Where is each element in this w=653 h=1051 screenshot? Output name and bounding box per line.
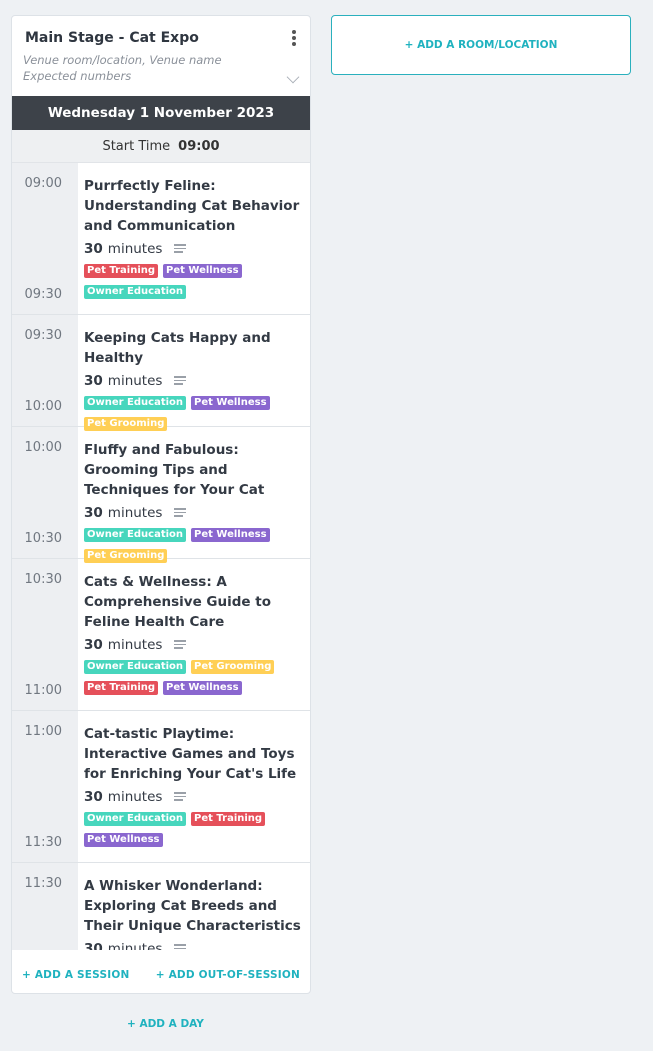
session-content: Cats & Wellness: A Comprehensive Guide t…	[78, 559, 310, 710]
notes-icon[interactable]	[174, 944, 187, 950]
notes-icon[interactable]	[174, 376, 187, 386]
session-title[interactable]: A Whisker Wonderland: Exploring Cat Bree…	[84, 876, 304, 936]
session-title[interactable]: Purrfectly Feline: Understanding Cat Beh…	[84, 176, 304, 236]
session-duration: 30 minutes	[84, 939, 304, 950]
room-location-field[interactable]: Venue room/location, Venue name	[23, 53, 222, 67]
add-out-of-session-button[interactable]: + ADD OUT-OF-SESSION	[156, 969, 300, 981]
session-row[interactable]: 10:30 11:00 Cats & Wellness: A Comprehensi…	[12, 559, 310, 711]
duration-value[interactable]: 30	[84, 505, 103, 521]
start-time-row: Start Time 09:00	[12, 130, 310, 163]
session-end-time: 11:00	[24, 683, 62, 698]
session-content: Keeping Cats Happy and Healthy 30 minutes O…	[78, 315, 310, 431]
session-start-time: 10:30	[24, 572, 62, 587]
session-row[interactable]: 11:30 A Whisker Wonderland: Exploring Cat…	[12, 863, 310, 950]
session-duration: 30 minutes	[84, 371, 304, 391]
start-time-label: Start Time	[102, 138, 171, 154]
room-footer: + ADD A SESSION + ADD OUT-OF-SESSION	[12, 956, 310, 993]
tag-badge[interactable]: Pet Training	[84, 681, 159, 695]
tag-badge[interactable]: Pet Wellness	[191, 396, 270, 410]
notes-icon[interactable]	[174, 244, 187, 254]
session-duration: 30 minutes	[84, 503, 304, 523]
session-title[interactable]: Cat-tastic Playtime: Interactive Games a…	[84, 724, 304, 784]
more-options-icon[interactable]	[292, 30, 298, 48]
session-end-time: 10:00	[24, 399, 62, 414]
session-start-time: 11:30	[24, 876, 62, 891]
duration-value[interactable]: 30	[84, 941, 103, 950]
session-end-time: 10:30	[24, 531, 62, 546]
tag-badge[interactable]: Pet Grooming	[191, 660, 275, 674]
duration-unit: minutes	[107, 941, 163, 950]
notes-icon[interactable]	[174, 508, 187, 518]
session-start-time: 10:00	[24, 440, 62, 455]
session-list: 09:00 09:30 Purrfectly Feline: Understandi…	[12, 163, 310, 950]
duration-value[interactable]: 30	[84, 373, 103, 389]
tag-badge[interactable]: Owner Education	[84, 660, 187, 674]
room-card: Main Stage - Cat Expo Venue room/locatio…	[11, 15, 311, 994]
duration-unit: minutes	[107, 637, 163, 653]
tag-badge[interactable]: Pet Wellness	[84, 833, 163, 847]
session-end-time: 09:30	[24, 287, 62, 302]
notes-icon[interactable]	[174, 640, 187, 650]
session-time-column: 11:00 11:30	[12, 711, 78, 862]
session-duration: 30 minutes	[84, 239, 304, 259]
duration-unit: minutes	[107, 373, 163, 389]
session-content: Purrfectly Feline: Understanding Cat Beh…	[78, 163, 310, 314]
session-time-column: 10:00 10:30	[12, 427, 78, 558]
duration-value[interactable]: 30	[84, 637, 103, 653]
expected-numbers-field[interactable]: Expected numbers	[23, 69, 131, 83]
session-time-column: 11:30	[12, 863, 78, 950]
duration-unit: minutes	[107, 505, 163, 521]
session-start-time: 09:00	[24, 176, 62, 191]
session-row[interactable]: 09:00 09:30 Purrfectly Feline: Understandi…	[12, 163, 310, 315]
session-title[interactable]: Fluffy and Fabulous: Grooming Tips and T…	[84, 440, 304, 500]
duration-unit: minutes	[107, 241, 163, 257]
session-tags: Owner Education Pet Grooming Pet Training P…	[84, 660, 304, 702]
room-header: Main Stage - Cat Expo Venue room/locatio…	[12, 16, 310, 96]
session-title[interactable]: Keeping Cats Happy and Healthy	[84, 328, 304, 368]
session-tags: Owner Education Pet Training Pet Wellness	[84, 812, 304, 854]
day-header: Wednesday 1 November 2023	[12, 96, 310, 130]
tag-badge[interactable]: Owner Education	[84, 528, 187, 542]
session-time-column: 10:30 11:00	[12, 559, 78, 710]
duration-value[interactable]: 30	[84, 789, 103, 805]
chevron-down-icon[interactable]	[286, 70, 300, 84]
notes-icon[interactable]	[174, 792, 187, 802]
duration-value[interactable]: 30	[84, 241, 103, 257]
tag-badge[interactable]: Pet Wellness	[163, 681, 242, 695]
tag-badge[interactable]: Pet Wellness	[191, 528, 270, 542]
session-duration: 30 minutes	[84, 787, 304, 807]
tag-badge[interactable]: Owner Education	[84, 812, 187, 826]
session-content: A Whisker Wonderland: Exploring Cat Bree…	[78, 863, 310, 950]
session-start-time: 09:30	[24, 328, 62, 343]
duration-unit: minutes	[107, 789, 163, 805]
session-start-time: 11:00	[24, 724, 62, 739]
add-day-button[interactable]: + ADD A DAY	[127, 1018, 204, 1030]
session-row[interactable]: 10:00 10:30 Fluffy and Fabulous: Grooming …	[12, 427, 310, 563]
room-name[interactable]: Main Stage - Cat Expo	[25, 30, 199, 46]
session-duration: 30 minutes	[84, 635, 304, 655]
session-row[interactable]: 09:30 10:00 Keeping Cats Happy and Healthy…	[12, 315, 310, 431]
session-content: Fluffy and Fabulous: Grooming Tips and T…	[78, 427, 310, 563]
tag-badge[interactable]: Pet Wellness	[163, 264, 242, 278]
session-row[interactable]: 11:00 11:30 Cat-tastic Playtime: Interacti…	[12, 711, 310, 863]
add-session-button[interactable]: + ADD A SESSION	[22, 969, 129, 981]
session-title[interactable]: Cats & Wellness: A Comprehensive Guide t…	[84, 572, 304, 632]
tag-badge[interactable]: Owner Education	[84, 285, 187, 299]
add-room-button[interactable]: + ADD A ROOM/LOCATION	[331, 15, 631, 75]
session-content: Cat-tastic Playtime: Interactive Games a…	[78, 711, 310, 862]
session-tags: Pet Training Pet Wellness Owner Education	[84, 264, 304, 306]
session-time-column: 09:00 09:30	[12, 163, 78, 314]
session-end-time: 11:30	[24, 835, 62, 850]
start-time-value[interactable]: 09:00	[178, 139, 219, 154]
tag-badge[interactable]: Owner Education	[84, 396, 187, 410]
tag-badge[interactable]: Pet Training	[191, 812, 266, 826]
tag-badge[interactable]: Pet Training	[84, 264, 159, 278]
session-time-column: 09:30 10:00	[12, 315, 78, 426]
